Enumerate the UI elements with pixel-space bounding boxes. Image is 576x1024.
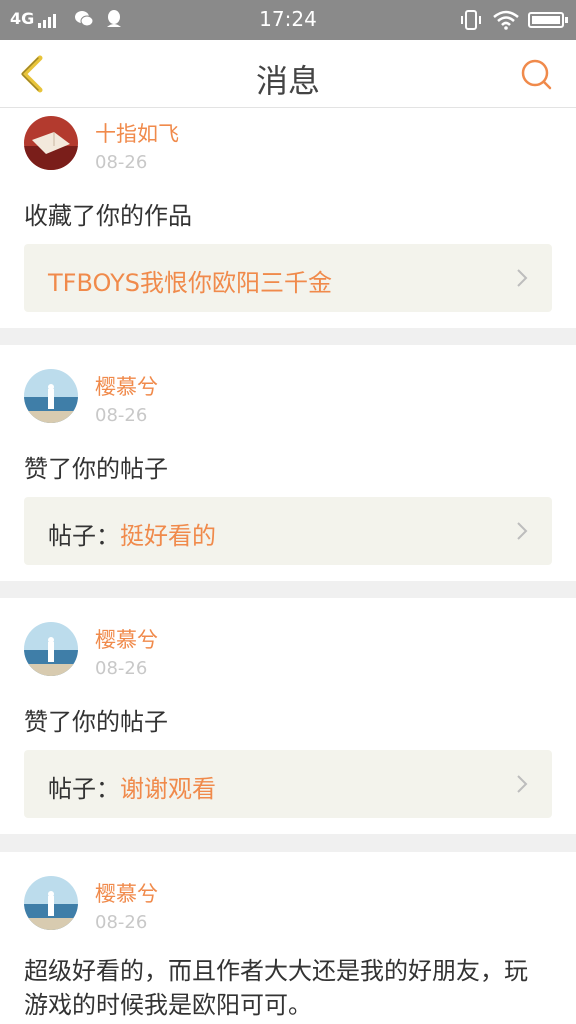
message-card: 樱慕兮 08-26 赞了你的帖子 帖子：谢谢观看	[0, 598, 576, 834]
avatar[interactable]	[24, 116, 78, 170]
vibrate-icon	[461, 10, 481, 30]
post-link[interactable]: 帖子：挺好看的	[24, 497, 552, 565]
message-date: 08-26	[95, 152, 148, 173]
status-bar: 4G 17:24	[0, 0, 576, 40]
post-label: 帖子：	[48, 522, 120, 550]
avatar[interactable]	[24, 622, 78, 676]
user-name[interactable]: 樱慕兮	[95, 371, 158, 401]
action-text: 赞了你的帖子	[24, 708, 168, 736]
post-title: 挺好看的	[120, 522, 216, 550]
message-date: 08-26	[95, 405, 148, 426]
wifi-icon	[493, 10, 519, 30]
battery-icon	[528, 12, 568, 28]
comment-text: 超级好看的，而且作者大大还是我的好朋友，玩游戏的时候我是欧阳可可。	[24, 957, 528, 1019]
message-card: 樱慕兮 08-26 超级好看的，而且作者大大还是我的好朋友，玩游戏的时候我是欧阳…	[0, 852, 576, 1024]
chevron-right-icon	[517, 775, 528, 793]
user-name[interactable]: 樱慕兮	[95, 624, 158, 654]
message-date: 08-26	[95, 912, 148, 933]
avatar[interactable]	[24, 369, 78, 423]
chevron-right-icon	[517, 269, 528, 287]
post-label: 帖子：	[48, 775, 120, 803]
message-card: 樱慕兮 08-26 赞了你的帖子 帖子：挺好看的	[0, 345, 576, 581]
user-name[interactable]: 十指如飞	[95, 118, 179, 148]
clock: 17:24	[259, 7, 317, 31]
chevron-right-icon	[517, 522, 528, 540]
page-title: 消息	[255, 62, 320, 100]
post-title: 谢谢观看	[120, 775, 216, 803]
user-name[interactable]: 樱慕兮	[95, 878, 158, 908]
message-date: 08-26	[95, 658, 148, 679]
avatar[interactable]	[24, 876, 78, 930]
search-icon[interactable]	[518, 56, 554, 92]
message-list[interactable]: 十指如飞 08-26 收藏了你的作品 TFBOYS我恨你欧阳三千金 樱慕兮 08…	[0, 108, 576, 1024]
nav-header: 消息	[0, 40, 576, 108]
work-link[interactable]: TFBOYS我恨你欧阳三千金	[24, 244, 552, 312]
post-link[interactable]: 帖子：谢谢观看	[24, 750, 552, 818]
action-text: 收藏了你的作品	[24, 202, 192, 230]
work-title: TFBOYS我恨你欧阳三千金	[48, 269, 332, 297]
message-card: 十指如飞 08-26 收藏了你的作品 TFBOYS我恨你欧阳三千金	[0, 108, 576, 328]
action-text: 赞了你的帖子	[24, 455, 168, 483]
